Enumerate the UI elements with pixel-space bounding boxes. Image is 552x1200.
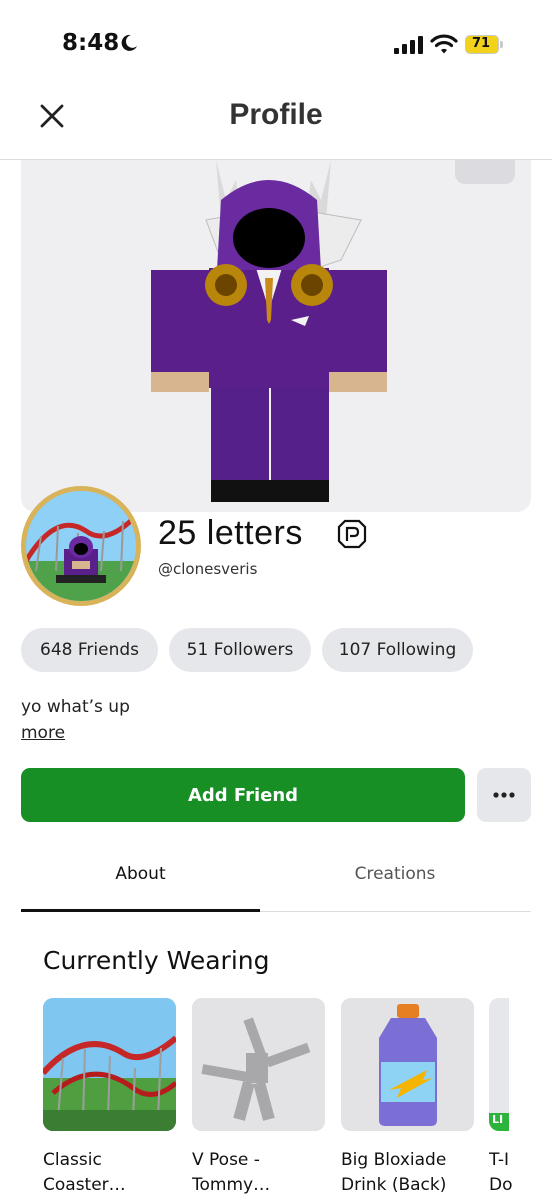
wearing-item-name[interactable]: T-I Do xyxy=(489,1148,552,1198)
avatar-headshot-image xyxy=(26,491,136,601)
signal-icon xyxy=(394,36,423,54)
add-friend-button[interactable]: Add Friend xyxy=(21,768,465,822)
bio-more-link[interactable]: more xyxy=(21,723,65,743)
wearing-item-thumb[interactable] xyxy=(43,998,176,1131)
moon-icon xyxy=(121,34,137,51)
following-count-button[interactable]: 107 Following xyxy=(322,628,473,672)
friends-count-button[interactable]: 648 Friends xyxy=(21,628,158,672)
avatar-3d-figure xyxy=(151,160,387,502)
ellipsis-icon xyxy=(493,792,515,798)
more-options-button[interactable] xyxy=(477,768,531,822)
wearing-item-thumb[interactable] xyxy=(192,998,325,1131)
username: @clonesveris xyxy=(158,560,258,578)
avatar[interactable] xyxy=(21,486,141,606)
followers-count-button[interactable]: 51 Followers xyxy=(169,628,311,672)
status-time: 8:48 xyxy=(62,30,120,56)
page-title: Profile xyxy=(229,98,323,131)
tab-active-indicator xyxy=(21,909,260,912)
wearing-item-name[interactable]: V Pose - Tommy… xyxy=(192,1148,332,1198)
tab-creations[interactable]: Creations xyxy=(270,864,520,884)
limited-badge: LI xyxy=(489,1113,509,1131)
display-name: 25 letters xyxy=(158,514,303,552)
v-pose-item-image xyxy=(192,998,325,1131)
wearing-item-name[interactable]: Big Bloxiade Drink (Back) xyxy=(341,1148,481,1198)
bio-text: yo what’s up xyxy=(21,697,130,717)
avatar-banner xyxy=(21,160,531,512)
tab-about[interactable]: About xyxy=(21,864,260,884)
premium-icon xyxy=(337,519,367,549)
banner-options-button[interactable] xyxy=(455,160,515,184)
wearing-item-name[interactable]: Classic Coaster… xyxy=(43,1148,183,1198)
status-bar: 8:48 71 xyxy=(0,0,552,80)
wearing-item-thumb[interactable] xyxy=(341,998,474,1131)
wifi-icon xyxy=(430,34,458,54)
wearing-item-thumb[interactable]: LI xyxy=(489,998,509,1131)
battery-level: 71 xyxy=(471,36,491,51)
bloxiade-item-image xyxy=(341,998,474,1131)
coaster-item-image xyxy=(43,998,176,1131)
battery-icon: 71 xyxy=(465,35,503,54)
header: Profile xyxy=(0,80,552,160)
currently-wearing-title: Currently Wearing xyxy=(43,946,270,975)
